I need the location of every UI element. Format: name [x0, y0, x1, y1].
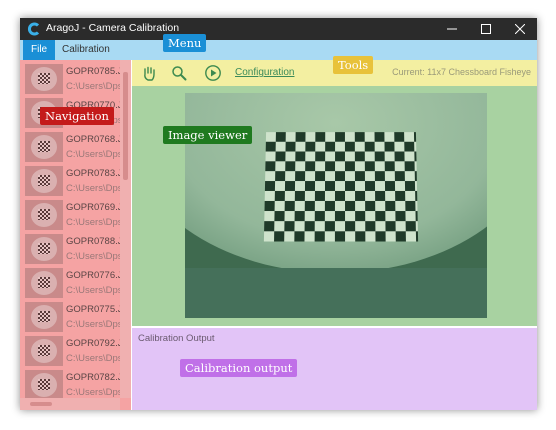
list-item[interactable]: GOPR0785.JPG C:\Users\Dpsv: [20, 62, 131, 96]
configuration-link[interactable]: Configuration: [235, 67, 294, 78]
minimize-icon: [447, 28, 457, 30]
chessboard-pattern: [263, 132, 419, 242]
list-item[interactable]: GOPR0782.JPG C:\Users\Dpsv: [20, 368, 131, 402]
scrollbar-thumb[interactable]: [123, 72, 128, 180]
file-path: C:\Users\Dpsv: [66, 353, 128, 364]
image-thumbnail: [25, 302, 63, 332]
image-thumbnail: [25, 64, 63, 94]
list-item[interactable]: GOPR0776.JPG C:\Users\Dpsv: [20, 266, 131, 300]
file-path: C:\Users\Dpsv: [66, 149, 128, 160]
callout-tools: Tools: [333, 56, 374, 74]
menu-file[interactable]: File: [23, 40, 56, 60]
callout-navigation: Navigation: [40, 107, 114, 125]
minimize-button[interactable]: [435, 18, 469, 40]
list-item[interactable]: GOPR0768.JPG C:\Users\Dpsv: [20, 130, 131, 164]
image-thumbnail: [25, 370, 63, 400]
file-path: C:\Users\Dpsv: [66, 251, 128, 262]
list-item[interactable]: GOPR0783.JPG C:\Users\Dpsv: [20, 164, 131, 198]
app-window: AragoJ - Camera Calibration File Calibra…: [20, 18, 537, 410]
zoom-icon[interactable]: [170, 64, 188, 82]
image-thumbnail: [25, 234, 63, 264]
title-bar: AragoJ - Camera Calibration: [20, 18, 537, 40]
file-path: C:\Users\Dpsv: [66, 183, 128, 194]
current-configuration-status: Current: 11x7 Chessboard Fisheye: [392, 67, 531, 77]
image-viewer[interactable]: [132, 86, 537, 326]
close-icon: [515, 24, 525, 34]
file-path: C:\Users\Dpsv: [66, 217, 128, 228]
callout-image-viewer: Image viewer: [163, 126, 253, 144]
close-button[interactable]: [503, 18, 537, 40]
file-path: C:\Users\Dpsv: [66, 387, 128, 398]
list-item[interactable]: GOPR0775.JPG C:\Users\Dpsv: [20, 300, 131, 334]
play-icon[interactable]: [204, 64, 222, 82]
window-title: AragoJ - Camera Calibration: [46, 22, 180, 34]
list-item[interactable]: GOPR0788.JPG C:\Users\Dpsv: [20, 232, 131, 266]
image-thumbnail: [25, 166, 63, 196]
callout-calibration-output: Calibration output: [180, 359, 298, 377]
menu-calibration[interactable]: Calibration: [54, 40, 118, 60]
menu-bar: File Calibration: [20, 40, 537, 60]
file-path: C:\Users\Dpsv: [66, 319, 128, 330]
list-item[interactable]: GOPR0792.JPG C:\Users\Dpsv: [20, 334, 131, 368]
image-thumbnail: [25, 132, 63, 162]
scrollbar-thumb[interactable]: [30, 402, 52, 406]
maximize-icon: [481, 24, 491, 34]
image-thumbnail: [25, 200, 63, 230]
list-item[interactable]: GOPR0769.JPG C:\Users\Dpsv: [20, 198, 131, 232]
image-thumbnail: [25, 268, 63, 298]
output-title: Calibration Output: [138, 333, 215, 344]
file-path: C:\Users\Dpsv: [66, 285, 128, 296]
hand-pan-icon[interactable]: [140, 64, 158, 82]
horizontal-scrollbar[interactable]: [20, 398, 120, 410]
image-thumbnail: [25, 336, 63, 366]
callout-menu: Menu: [163, 34, 207, 52]
app-logo-icon: [28, 22, 40, 36]
file-path: C:\Users\Dpsv: [66, 81, 128, 92]
maximize-button[interactable]: [469, 18, 503, 40]
vertical-scrollbar[interactable]: [120, 60, 131, 398]
